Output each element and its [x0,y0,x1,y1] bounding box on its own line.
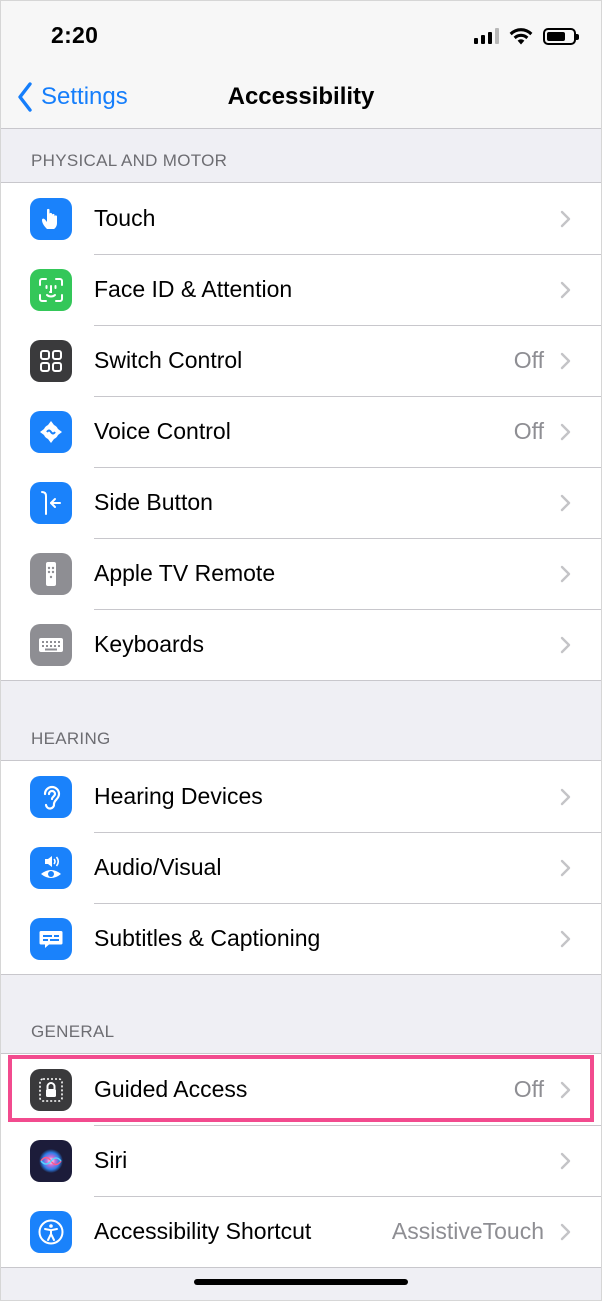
siri-icon [30,1140,72,1182]
status-icons [474,25,579,47]
row-audio-visual[interactable]: Audio/Visual [0,832,602,903]
audio-visual-icon [30,847,72,889]
row-voice-control[interactable]: Voice Control Off [0,396,602,467]
physical-motor-group: Touch Face ID & Attention Switch Control… [0,182,602,681]
row-accessibility-shortcut[interactable]: Accessibility Shortcut AssistiveTouch [0,1196,602,1267]
chevron-right-icon [560,1152,571,1170]
battery-icon [543,27,579,45]
row-label: Switch Control [94,347,243,373]
row-label: Siri [94,1147,128,1173]
chevron-right-icon [560,636,571,654]
row-label: Touch [94,205,156,231]
switch-control-icon [30,340,72,382]
navigation-bar: Settings Accessibility [0,66,602,129]
row-value: AssistiveTouch [391,1218,544,1244]
row-label: Subtitles & Captioning [94,925,321,951]
cellular-signal-icon [474,28,499,44]
row-label: Keyboards [94,631,204,657]
section-header-hearing: HEARING [31,729,111,748]
chevron-right-icon [560,494,571,512]
chevron-right-icon [560,281,571,299]
row-label: Hearing Devices [94,783,263,809]
subtitles-icon [30,918,72,960]
row-label: Guided Access [94,1076,248,1102]
row-hearing-devices[interactable]: Hearing Devices [0,761,602,832]
row-value: Off [513,1076,544,1102]
row-keyboards[interactable]: Keyboards [0,609,602,680]
row-value: Off [513,347,544,373]
row-face-id-attention[interactable]: Face ID & Attention [0,254,602,325]
section-header-general: GENERAL [31,1022,115,1041]
accessibility-icon [30,1211,72,1253]
row-value: Off [513,418,544,444]
row-siri[interactable]: Siri [0,1125,602,1196]
chevron-right-icon [560,565,571,583]
row-guided-access[interactable]: Guided Access Off [0,1054,602,1125]
row-switch-control[interactable]: Switch Control Off [0,325,602,396]
row-label: Side Button [94,489,213,515]
section-header-physical-motor: PHYSICAL AND MOTOR [31,151,228,170]
wifi-icon [509,28,533,45]
row-label: Audio/Visual [94,854,222,880]
page-title: Accessibility [227,83,375,110]
side-button-icon [30,482,72,524]
chevron-right-icon [560,1081,571,1099]
touch-hand-icon [30,198,72,240]
row-subtitles-captioning[interactable]: Subtitles & Captioning [0,903,602,974]
keyboard-icon [30,624,72,666]
status-time: 2:20 [51,22,99,48]
row-side-button[interactable]: Side Button [0,467,602,538]
chevron-right-icon [560,788,571,806]
chevron-right-icon [560,1223,571,1241]
face-id-icon [30,269,72,311]
row-label: Voice Control [94,418,231,444]
row-apple-tv-remote[interactable]: Apple TV Remote [0,538,602,609]
chevron-right-icon [560,423,571,441]
chevron-right-icon [560,859,571,877]
row-label: Apple TV Remote [94,560,276,586]
row-touch[interactable]: Touch [0,183,602,254]
chevron-right-icon [560,210,571,228]
row-label: Accessibility Shortcut [94,1218,312,1244]
ear-icon [30,776,72,818]
row-label: Face ID & Attention [94,276,293,302]
hearing-group: Hearing Devices Audio/Visual Subtitles &… [0,760,602,975]
home-indicator[interactable] [194,1279,408,1285]
status-bar: 2:20 [0,0,602,66]
guided-access-lock-icon [30,1069,72,1111]
chevron-right-icon [560,352,571,370]
chevron-right-icon [560,930,571,948]
tv-remote-icon [30,553,72,595]
general-group: Guided Access Off Siri Accessibility Sho… [0,1053,602,1268]
voice-control-icon [30,411,72,453]
